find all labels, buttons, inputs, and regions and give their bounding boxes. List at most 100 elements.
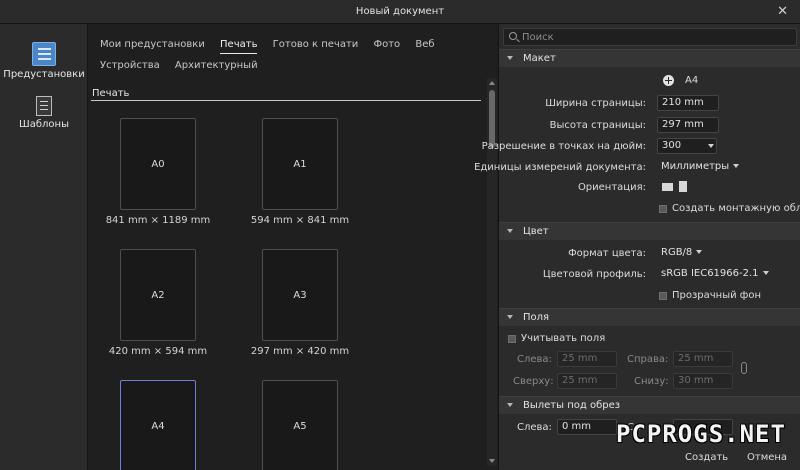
close-icon[interactable]: ✕ — [777, 4, 788, 19]
settings-panel: Поиск Макет A4 Ширина страницы: 210 mm В… — [474, 24, 800, 470]
transparent-label: Прозрачный фон — [672, 290, 762, 301]
preset-name: A4 — [685, 75, 699, 86]
create-button[interactable]: Создать — [685, 452, 728, 463]
dpi-label: Разрешение в точках на дюйм: — [481, 141, 646, 152]
page-width-label: Ширина страницы: — [545, 98, 646, 109]
color-format-label: Формат цвета: — [568, 248, 646, 259]
page-height-label: Высота страницы: — [549, 120, 646, 131]
dpi-dropdown-icon[interactable] — [708, 144, 714, 148]
margin-bottom-label: Снизу: — [634, 376, 669, 387]
include-margins-label: Учитывать поля — [521, 333, 606, 344]
preset-browser: Мои предустановки Печать Готово к печати… — [88, 24, 496, 470]
sidebar-item-presets[interactable]: Предустановки — [0, 42, 88, 80]
preset-dimensions: 594 mm × 841 mm — [250, 215, 350, 226]
preset-a4[interactable]: A4 — [120, 380, 196, 470]
tab-press-ready[interactable]: Готово к печати — [273, 34, 359, 55]
scroll-down-icon[interactable] — [489, 459, 495, 463]
margin-top-label: Сверху: — [513, 376, 554, 387]
preset-a2[interactable]: A2 420 mm × 594 mm — [109, 249, 207, 357]
preset-thumbnail: A1 — [262, 118, 338, 210]
sidebar-item-templates[interactable]: Шаблоны — [0, 96, 88, 130]
color-profile-label: Цветовой профиль: — [542, 269, 646, 280]
margin-left-field[interactable]: 25 mm — [557, 351, 617, 367]
tab-architectural[interactable]: Архитектурный — [175, 55, 258, 76]
bleed-left-field[interactable]: 0 mm — [557, 419, 617, 435]
preset-scrollbar[interactable] — [487, 78, 497, 466]
templates-icon — [36, 96, 52, 116]
color-profile-dropdown[interactable]: sRGB IEC61966-2.1 — [657, 266, 769, 282]
color-format-value: RGB/8 — [661, 247, 693, 258]
units-value: Миллиметры — [661, 161, 730, 172]
scroll-thumb[interactable] — [489, 90, 495, 148]
bleed-section-header[interactable]: Вылеты под обрез — [499, 396, 800, 414]
preset-thumbnail: A0 — [120, 118, 196, 210]
chevron-down-icon — [507, 229, 513, 233]
preset-dimensions: 841 mm × 1189 mm — [105, 215, 211, 226]
section-title: Печать — [92, 88, 130, 99]
preset-a5[interactable]: A5 — [262, 380, 338, 470]
preset-dimensions: 420 mm × 594 mm — [108, 346, 208, 357]
preset-a1[interactable]: A1 594 mm × 841 mm — [251, 118, 349, 226]
sidebar-item-label: Предустановки — [3, 69, 85, 80]
chevron-down-icon — [696, 250, 703, 254]
orientation-label: Ориентация: — [577, 182, 646, 193]
presets-icon — [32, 42, 56, 66]
preset-thumbnail: A4 — [120, 380, 196, 470]
link-icon[interactable] — [741, 362, 747, 374]
search-input[interactable]: Поиск — [503, 28, 797, 46]
sidebar-item-label: Шаблоны — [19, 119, 69, 130]
portrait-icon[interactable] — [679, 181, 687, 192]
window-title: Новый документ — [355, 6, 445, 17]
page-width-field[interactable]: 210 mm — [657, 95, 719, 111]
margin-bottom-field[interactable]: 30 mm — [673, 373, 733, 389]
margin-right-label: Справа: — [627, 354, 669, 365]
watermark-text: PCPROGS.NET — [616, 420, 786, 448]
preset-thumbnail: A3 — [262, 249, 338, 341]
category-tabs: Мои предустановки Печать Готово к печати… — [100, 34, 480, 76]
preset-thumbnail: A2 — [120, 249, 196, 341]
color-format-dropdown[interactable]: RGB/8 — [657, 245, 703, 261]
artboard-checkbox[interactable] — [659, 205, 667, 213]
color-profile-value: sRGB IEC61966-2.1 — [661, 268, 759, 279]
search-icon — [509, 32, 517, 40]
search-placeholder: Поиск — [522, 32, 554, 43]
section-header-label: Цвет — [523, 226, 549, 237]
cancel-button[interactable]: Отмена — [747, 452, 787, 463]
tab-web[interactable]: Веб — [415, 34, 434, 55]
artboard-label: Создать монтажную область — [672, 203, 800, 214]
tab-devices[interactable]: Устройства — [100, 55, 160, 76]
scroll-up-icon[interactable] — [489, 81, 495, 85]
page-height-field[interactable]: 297 mm — [657, 117, 719, 133]
margin-top-field[interactable]: 25 mm — [557, 373, 617, 389]
color-section-header[interactable]: Цвет — [499, 222, 800, 240]
include-margins-checkbox[interactable] — [508, 335, 516, 343]
section-header-label: Макет — [523, 53, 556, 64]
margins-section-header[interactable]: Поля — [499, 308, 800, 326]
preset-a3[interactable]: A3 297 mm × 420 mm — [251, 249, 349, 357]
section-header-label: Вылеты под обрез — [523, 400, 621, 411]
section-divider — [91, 100, 481, 101]
preset-a0[interactable]: A0 841 mm × 1189 mm — [106, 118, 210, 226]
add-preset-icon[interactable] — [663, 75, 674, 86]
orientation-toggle — [662, 180, 692, 194]
bleed-left-label: Слева: — [517, 422, 552, 433]
preset-thumbnail: A5 — [262, 380, 338, 470]
preset-dimensions: 297 mm × 420 mm — [250, 346, 350, 357]
landscape-icon[interactable] — [662, 183, 673, 191]
sidebar: Предустановки Шаблоны — [0, 24, 88, 470]
tab-my-presets[interactable]: Мои предустановки — [100, 34, 205, 55]
layout-section-header[interactable]: Макет — [499, 49, 800, 67]
transparent-checkbox[interactable] — [659, 292, 667, 300]
chevron-down-icon — [507, 315, 513, 319]
units-label: Единицы измерений документа: — [474, 162, 646, 173]
tab-photo[interactable]: Фото — [373, 34, 400, 55]
chevron-down-icon — [507, 56, 513, 60]
margin-left-label: Слева: — [517, 354, 552, 365]
tab-print[interactable]: Печать — [220, 37, 258, 54]
chevron-down-icon — [507, 403, 513, 407]
title-bar: Новый документ ✕ — [0, 0, 800, 24]
chevron-down-icon — [733, 164, 740, 168]
chevron-down-icon — [762, 271, 769, 275]
margin-right-field[interactable]: 25 mm — [673, 351, 733, 367]
units-dropdown[interactable]: Миллиметры — [657, 159, 740, 175]
